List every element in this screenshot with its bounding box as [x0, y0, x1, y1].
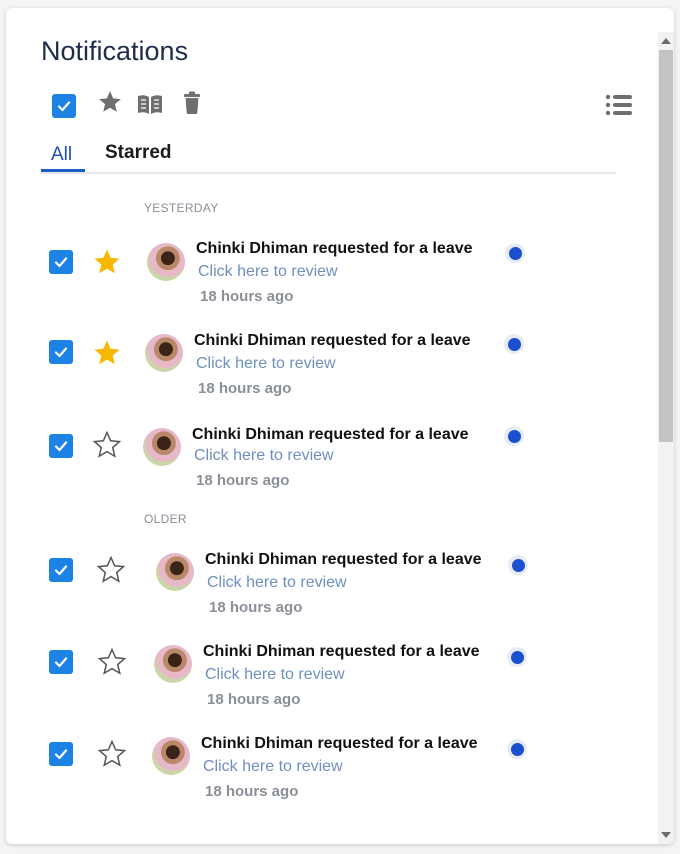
tab-starred[interactable]: Starred — [105, 142, 172, 164]
notification-item[interactable]: Chinki Dhiman requested for a leave Clic… — [6, 544, 646, 636]
scroll-down-icon[interactable] — [661, 832, 671, 838]
unread-indicator[interactable] — [504, 334, 524, 354]
item-checkbox[interactable] — [49, 558, 73, 582]
notification-message: Chinki Dhiman requested for a leave — [194, 332, 471, 349]
avatar — [145, 334, 183, 372]
trash-icon — [184, 91, 200, 114]
check-icon — [54, 441, 68, 452]
star-outline-icon — [92, 430, 122, 458]
select-all-checkbox[interactable] — [52, 94, 76, 118]
star-toggle[interactable] — [92, 247, 122, 277]
star-icon — [94, 340, 120, 365]
item-checkbox[interactable] — [49, 742, 73, 766]
scrollbar[interactable] — [658, 32, 674, 844]
list-view-button[interactable] — [604, 92, 634, 118]
book-open-icon — [138, 95, 162, 114]
unread-indicator[interactable] — [507, 739, 527, 759]
check-icon — [54, 565, 68, 576]
check-icon — [54, 657, 68, 668]
avatar — [143, 428, 181, 466]
delete-button[interactable] — [180, 89, 204, 117]
notification-list: YESTERDAY Chinki Dhiman requested for a … — [6, 188, 656, 804]
unread-indicator[interactable] — [508, 555, 528, 575]
review-link[interactable]: Click here to review — [196, 355, 336, 373]
active-tab-indicator — [41, 169, 85, 172]
star-toggle[interactable] — [92, 338, 122, 368]
star-selected-button[interactable] — [96, 88, 124, 116]
notification-item[interactable]: Chinki Dhiman requested for a leave Clic… — [6, 416, 646, 508]
star-outline-icon — [97, 739, 127, 767]
notification-message: Chinki Dhiman requested for a leave — [201, 735, 478, 752]
notification-message: Chinki Dhiman requested for a leave — [192, 426, 469, 443]
star-toggle[interactable] — [97, 739, 127, 769]
notification-message: Chinki Dhiman requested for a leave — [196, 240, 473, 257]
item-checkbox[interactable] — [49, 340, 73, 364]
tab-all[interactable]: All — [51, 144, 72, 172]
star-icon — [94, 249, 120, 274]
notification-item[interactable]: Chinki Dhiman requested for a leave Clic… — [6, 324, 646, 416]
section-header-older: OLDER — [144, 512, 187, 526]
section-header-yesterday: YESTERDAY — [144, 201, 219, 215]
star-toggle[interactable] — [92, 430, 122, 460]
item-checkbox[interactable] — [49, 250, 73, 274]
mark-read-button[interactable] — [135, 90, 165, 118]
list-icon — [605, 94, 632, 116]
review-link[interactable]: Click here to review — [203, 758, 343, 776]
notification-item[interactable]: Chinki Dhiman requested for a leave Clic… — [6, 730, 646, 804]
scrollbar-thumb[interactable] — [659, 50, 673, 442]
notification-message: Chinki Dhiman requested for a leave — [205, 551, 482, 568]
scroll-up-icon[interactable] — [661, 38, 671, 44]
page-title: Notifications — [41, 36, 189, 66]
star-icon — [99, 91, 121, 112]
review-link[interactable]: Click here to review — [198, 263, 338, 281]
unread-indicator[interactable] — [507, 647, 527, 667]
notification-time: 18 hours ago — [196, 472, 290, 489]
item-checkbox[interactable] — [49, 434, 73, 458]
unread-indicator[interactable] — [505, 243, 525, 263]
check-icon — [54, 347, 68, 358]
review-link[interactable]: Click here to review — [194, 447, 334, 465]
check-icon — [54, 257, 68, 268]
avatar — [154, 645, 192, 683]
tab-bar: All Starred — [41, 138, 616, 174]
avatar — [152, 737, 190, 775]
star-outline-icon — [97, 647, 127, 675]
notification-time: 18 hours ago — [198, 380, 292, 397]
notification-item[interactable]: Chinki Dhiman requested for a leave Clic… — [6, 232, 646, 324]
notification-message: Chinki Dhiman requested for a leave — [203, 643, 480, 660]
avatar — [156, 553, 194, 591]
review-link[interactable]: Click here to review — [205, 666, 345, 684]
star-toggle[interactable] — [96, 555, 126, 585]
check-icon — [57, 101, 71, 112]
star-toggle[interactable] — [97, 647, 127, 677]
item-checkbox[interactable] — [49, 650, 73, 674]
check-icon — [54, 749, 68, 760]
notification-item[interactable]: Chinki Dhiman requested for a leave Clic… — [6, 636, 646, 728]
star-outline-icon — [96, 555, 126, 583]
unread-indicator[interactable] — [504, 426, 524, 446]
notification-time: 18 hours ago — [200, 288, 294, 305]
notification-time: 18 hours ago — [205, 783, 299, 800]
notifications-panel: Notifications All Starred YESTERDAY Chin… — [6, 8, 674, 844]
review-link[interactable]: Click here to review — [207, 574, 347, 592]
avatar — [147, 243, 185, 281]
notification-time: 18 hours ago — [209, 599, 303, 616]
notification-time: 18 hours ago — [207, 691, 301, 708]
